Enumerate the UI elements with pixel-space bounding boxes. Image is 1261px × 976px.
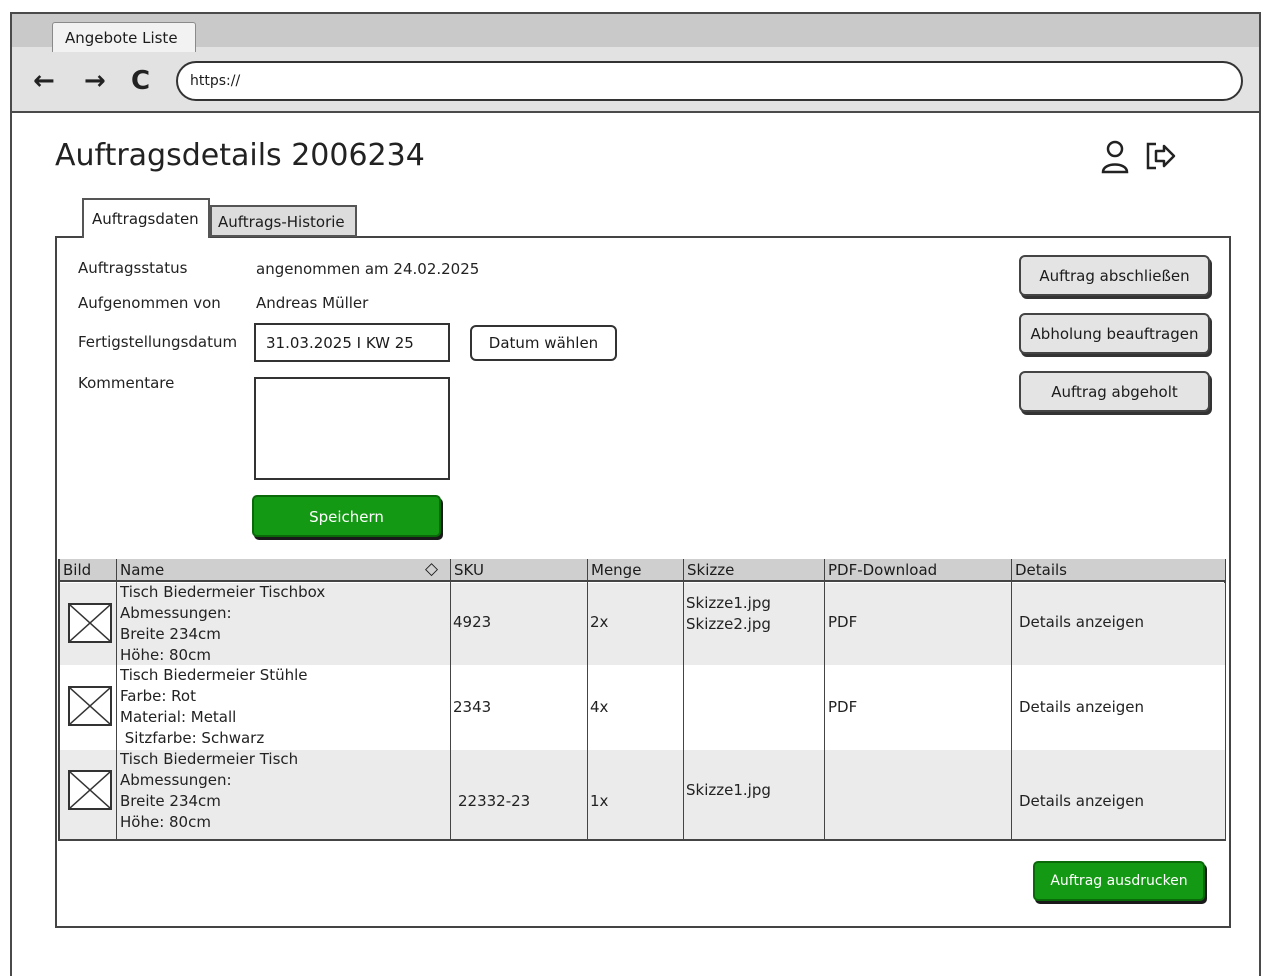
comments-label: Kommentare: [78, 374, 175, 392]
column-divider: [683, 559, 684, 841]
url-text: https://: [190, 73, 241, 89]
sku-cell: 22332-23: [458, 792, 531, 810]
sketch-link[interactable]: Skizze1.jpg: [686, 593, 771, 614]
product-name-cell: Tisch Biedermeier Tischbox Abmessungen: …: [120, 582, 450, 664]
tab-auftragsdaten[interactable]: Auftragsdaten: [82, 198, 210, 238]
pdf-download-link[interactable]: PDF: [828, 612, 857, 633]
product-attribute: Breite 234cm: [120, 625, 221, 643]
column-header-name[interactable]: Name ◇: [117, 559, 451, 582]
browser-tab[interactable]: Angebote Liste: [52, 22, 196, 52]
column-divider: [1011, 559, 1012, 841]
details-link[interactable]: Details anzeigen: [1019, 612, 1144, 633]
product-image-placeholder: [68, 603, 112, 643]
product-attribute: Breite 234cm: [120, 792, 221, 810]
column-divider: [824, 559, 825, 841]
browser-tab-strip: [12, 14, 1259, 47]
request-pickup-button[interactable]: Abholung beauftragen: [1019, 313, 1210, 354]
quantity-cell: 4x: [590, 698, 609, 716]
quantity-cell: 1x: [590, 792, 609, 810]
column-header-pdf-download: PDF-Download: [825, 559, 1012, 582]
logout-icon[interactable]: [1144, 140, 1178, 176]
pdf-download-link[interactable]: PDF: [828, 697, 857, 718]
column-divider: [587, 559, 588, 841]
product-attribute: Höhe: 80cm: [120, 813, 211, 831]
status-value: angenommen am 24.02.2025: [256, 260, 480, 278]
details-link[interactable]: Details anzeigen: [1019, 697, 1144, 718]
product-image-placeholder: [68, 770, 112, 810]
choose-date-button[interactable]: Datum wählen: [470, 325, 617, 361]
sketch-cell: Skizze1.jpg: [686, 780, 771, 801]
product-attribute: Farbe: Rot: [120, 687, 196, 705]
status-label: Auftragsstatus: [78, 259, 188, 277]
sketch-link[interactable]: Skizze1.jpg: [686, 780, 771, 801]
product-attribute: Abmessungen:: [120, 771, 232, 789]
product-attribute: Material: Metall: [120, 708, 237, 726]
browser-tab-title: Angebote Liste: [65, 29, 178, 47]
column-header-details: Details: [1012, 559, 1225, 582]
product-attribute: Abmessungen:: [120, 604, 232, 622]
column-divider: [116, 559, 117, 841]
product-name: Tisch Biedermeier Stühle: [120, 666, 308, 684]
print-order-button[interactable]: Auftrag ausdrucken: [1033, 861, 1205, 901]
complete-order-button[interactable]: Auftrag abschließen: [1019, 255, 1210, 296]
url-bar[interactable]: https://: [176, 61, 1243, 101]
column-header-sku: SKU: [451, 559, 588, 582]
product-attribute: Höhe: 80cm: [120, 646, 211, 664]
order-picked-up-button[interactable]: Auftrag abgeholt: [1019, 371, 1210, 412]
comments-textarea[interactable]: [254, 377, 450, 480]
sketch-link[interactable]: Skizze2.jpg: [686, 614, 771, 635]
column-divider: [450, 559, 451, 841]
tab-label: Auftragsdaten: [92, 210, 199, 228]
page-title: Auftragsdetails 2006234: [55, 138, 425, 173]
created-by-label: Aufgenommen von: [78, 294, 221, 312]
sku-cell: 4923: [453, 613, 492, 631]
forward-icon[interactable]: →: [84, 68, 106, 94]
column-header-name-label: Name: [120, 561, 165, 579]
sketch-cell: Skizze1.jpg Skizze2.jpg: [686, 593, 771, 635]
column-header-skizze: Skizze: [684, 559, 825, 582]
column-header-bild: Bild: [60, 559, 117, 582]
quantity-cell: 2x: [590, 613, 609, 631]
product-name-cell: Tisch Biedermeier Stühle Farbe: Rot Mate…: [120, 665, 450, 750]
product-name: Tisch Biedermeier Tisch: [120, 750, 299, 768]
tab-auftrags-historie[interactable]: Auftrags-Historie: [210, 205, 357, 237]
details-link[interactable]: Details anzeigen: [1019, 791, 1144, 812]
created-by-value: Andreas Müller: [256, 294, 369, 312]
completion-date-input[interactable]: 31.03.2025 I KW 25: [254, 323, 450, 362]
tab-label: Auftrags-Historie: [218, 213, 345, 231]
back-icon[interactable]: ←: [33, 68, 55, 94]
completion-date-value: 31.03.2025 I KW 25: [266, 334, 414, 352]
product-name: Tisch Biedermeier Tischbox: [120, 583, 326, 601]
reload-icon[interactable]: C: [131, 68, 150, 94]
user-icon[interactable]: [1100, 140, 1130, 178]
product-name-cell: Tisch Biedermeier Tisch Abmessungen: Bre…: [120, 749, 450, 839]
product-attribute: Sitzfarbe: Schwarz: [120, 729, 265, 747]
product-image-placeholder: [68, 686, 112, 726]
sku-cell: 2343: [453, 698, 492, 716]
completion-date-label: Fertigstellungsdatum: [78, 333, 238, 351]
column-header-menge: Menge: [588, 559, 684, 582]
save-button[interactable]: Speichern: [252, 495, 441, 537]
sort-icon[interactable]: ◇: [425, 559, 438, 579]
